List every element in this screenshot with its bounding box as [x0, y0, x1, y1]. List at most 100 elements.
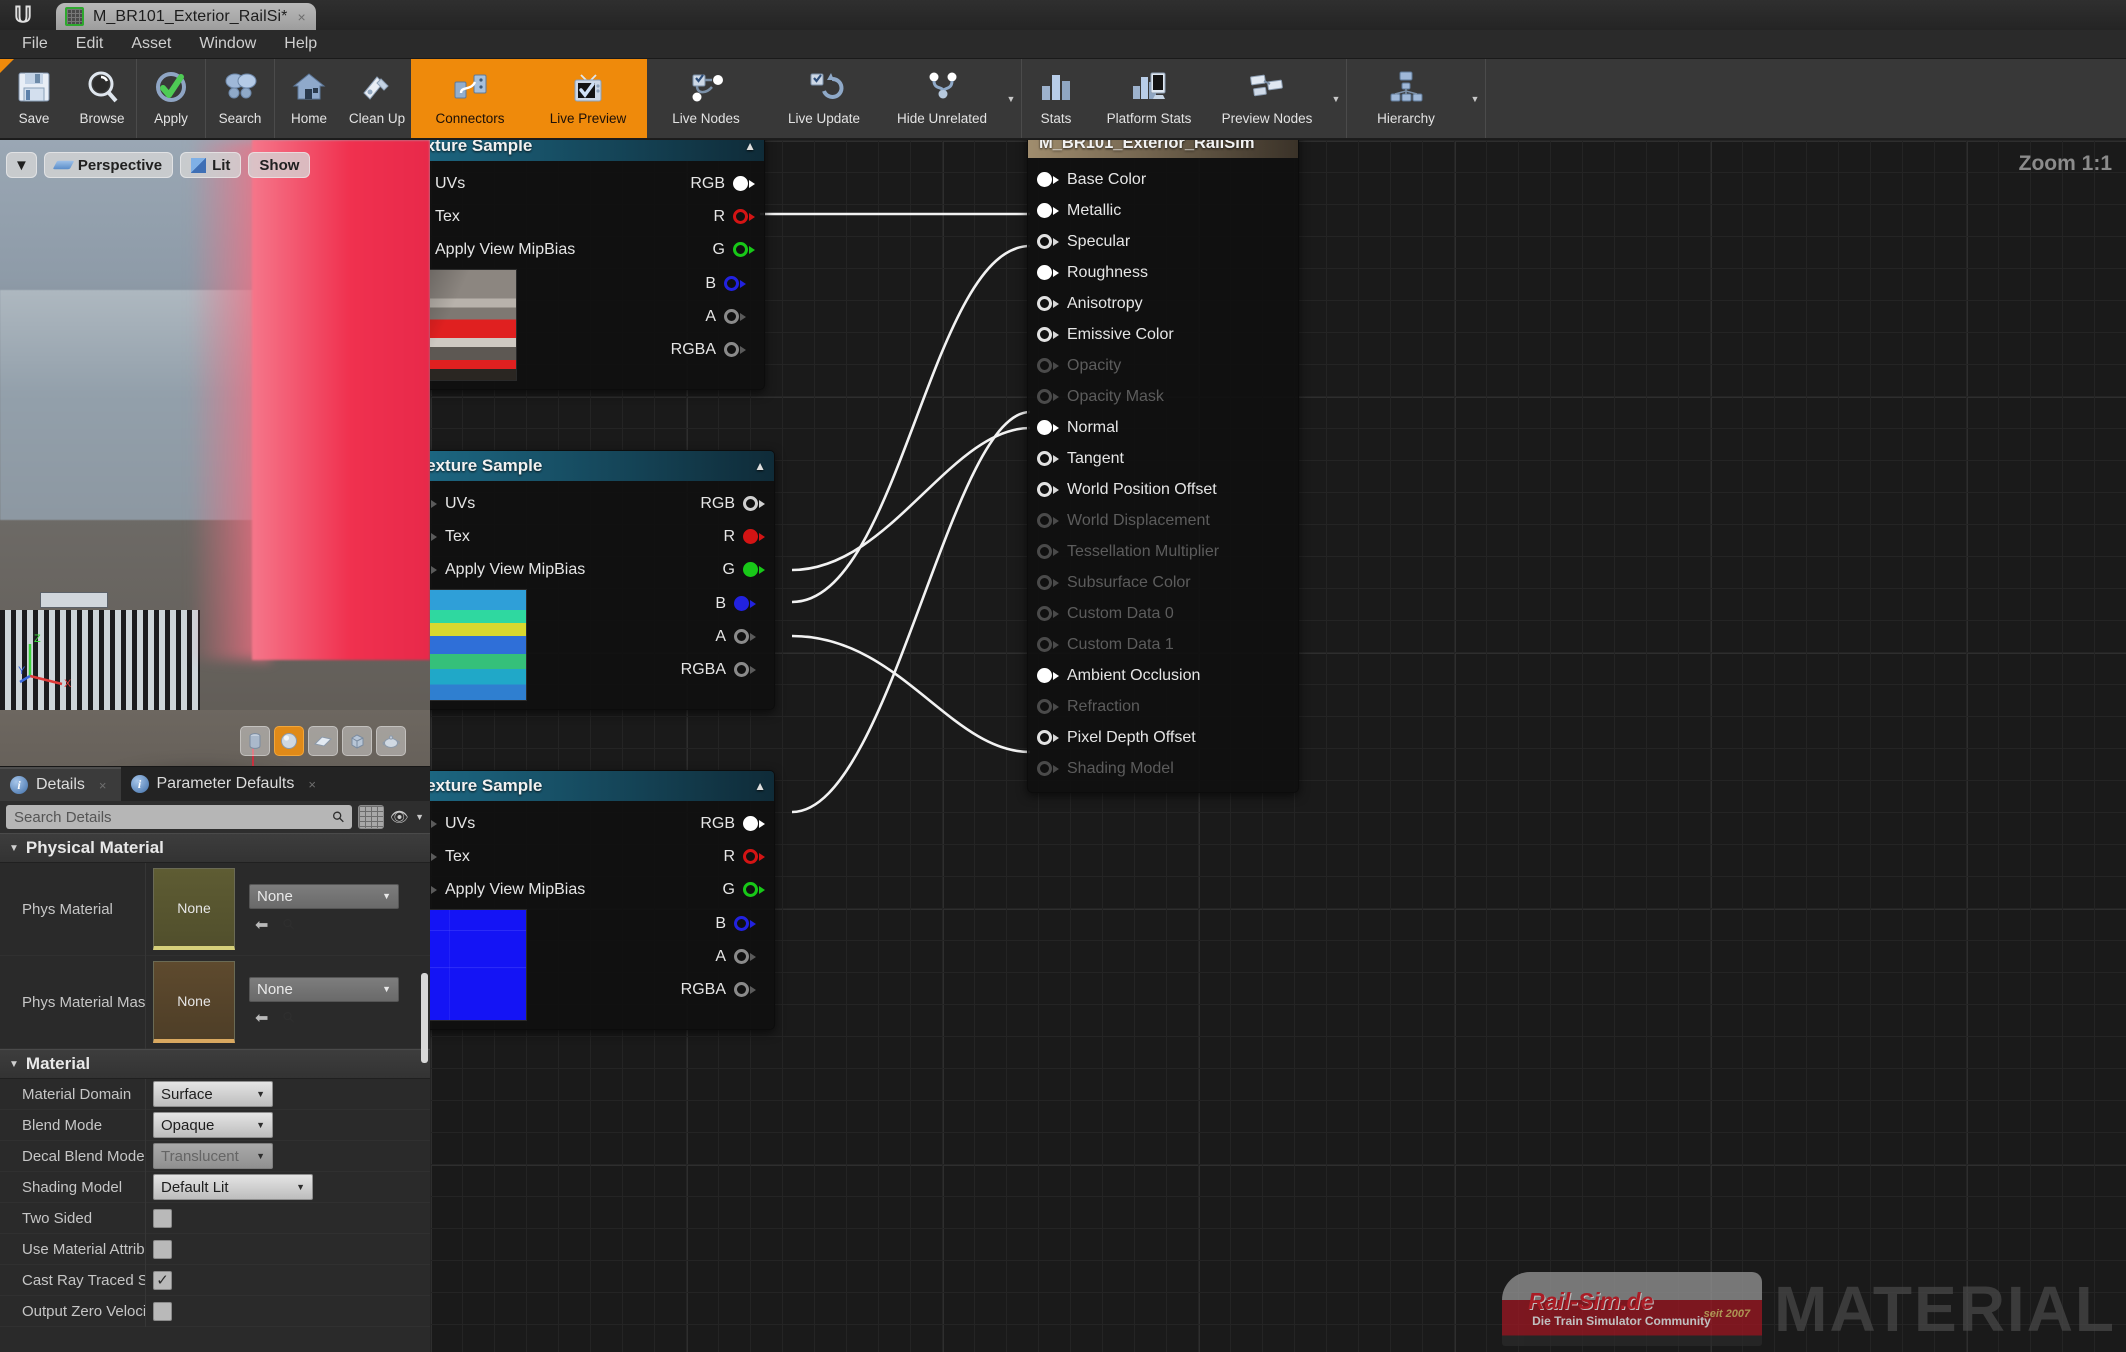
- texture-sample-node-2[interactable]: Texture Sample ▲ UVs RGB Tex R: [430, 450, 775, 710]
- material-pin-icon[interactable]: [1037, 761, 1052, 776]
- hierarchy-chevron-down-icon[interactable]: ▼: [1465, 59, 1485, 138]
- view-options-chevron-down-icon[interactable]: ▼: [415, 812, 424, 822]
- output-pin-rgba-icon[interactable]: [734, 982, 749, 997]
- output-pin-a-icon[interactable]: [734, 629, 749, 644]
- viewport-show-menu-button[interactable]: Show: [248, 152, 311, 178]
- collapse-caret-icon[interactable]: ▲: [754, 779, 766, 793]
- clean-up-button[interactable]: Clean Up: [343, 59, 411, 138]
- hide-unrelated-button[interactable]: Hide Unrelated: [883, 59, 1001, 138]
- stats-button[interactable]: Stats: [1022, 59, 1090, 138]
- use-material-attributes-checkbox[interactable]: [153, 1239, 172, 1259]
- material-pin-icon[interactable]: [1037, 296, 1052, 311]
- material-pin-icon[interactable]: [1037, 606, 1052, 621]
- close-icon[interactable]: ×: [99, 778, 107, 793]
- material-pin-icon[interactable]: [1037, 234, 1052, 249]
- material-pin-metallic[interactable]: Metallic: [1028, 195, 1298, 226]
- output-pin-rgb-icon[interactable]: [743, 816, 758, 831]
- material-pin-icon[interactable]: [1037, 637, 1052, 652]
- pin-uvs[interactable]: UVs RGB: [430, 807, 774, 840]
- menu-item-window[interactable]: Window: [185, 32, 270, 56]
- use-selected-asset-arrow-icon[interactable]: ⬅: [255, 1008, 268, 1028]
- pin-tex[interactable]: Tex R: [430, 840, 774, 873]
- material-pin-refraction[interactable]: Refraction: [1028, 691, 1298, 722]
- cast-ray-traced-shadows-checkbox[interactable]: ✓: [153, 1270, 172, 1290]
- viewport-lighting-mode-button[interactable]: Lit: [180, 152, 242, 178]
- search-button[interactable]: Search: [206, 59, 274, 138]
- pin-tex[interactable]: Tex R: [430, 200, 764, 233]
- material-domain-combo[interactable]: Surface ▼: [153, 1081, 273, 1107]
- tab-details[interactable]: i Details ×: [0, 767, 121, 801]
- platform-stats-button[interactable]: Platform Stats: [1090, 59, 1208, 138]
- collapse-caret-icon[interactable]: ▲: [744, 140, 756, 153]
- shading-model-combo[interactable]: Default Lit ▼: [153, 1174, 313, 1200]
- material-pin-icon[interactable]: [1037, 203, 1052, 218]
- material-pin-subsurface-color[interactable]: Subsurface Color: [1028, 567, 1298, 598]
- connectors-button[interactable]: Connectors: [411, 59, 529, 138]
- plane-preview-button[interactable]: [308, 726, 338, 756]
- pin-uvs[interactable]: UVs RGB: [430, 487, 774, 520]
- phys-material-mask-thumbnail[interactable]: None: [153, 961, 235, 1043]
- output-pin-rgba-icon[interactable]: [734, 662, 749, 677]
- viewport-options-chevron-down-icon[interactable]: ▼: [6, 152, 37, 178]
- material-pin-roughness[interactable]: Roughness: [1028, 257, 1298, 288]
- output-pin-g-icon[interactable]: [743, 562, 758, 577]
- viewport-view-mode-button[interactable]: Perspective: [43, 152, 174, 178]
- pin-b[interactable]: B: [585, 267, 755, 300]
- material-pin-anisotropy[interactable]: Anisotropy: [1028, 288, 1298, 319]
- pin-a[interactable]: A: [585, 300, 755, 333]
- output-pin-g-icon[interactable]: [733, 242, 748, 257]
- material-pin-icon[interactable]: [1037, 172, 1052, 187]
- output-pin-b-icon[interactable]: [734, 916, 749, 931]
- output-pin-rgb-icon[interactable]: [733, 176, 748, 191]
- material-pin-icon[interactable]: [1037, 389, 1052, 404]
- tab-parameter-defaults[interactable]: i Parameter Defaults ×: [121, 767, 330, 801]
- material-pin-icon[interactable]: [1037, 730, 1052, 745]
- column-view-icon[interactable]: [358, 805, 385, 829]
- hierarchy-button[interactable]: Hierarchy: [1347, 59, 1465, 138]
- texture-sample-node-3[interactable]: Texture Sample ▲ UVs RGB Tex R: [430, 770, 775, 1030]
- output-pin-r-icon[interactable]: [743, 849, 758, 864]
- output-pin-r-icon[interactable]: [743, 529, 758, 544]
- pin-a[interactable]: A: [595, 620, 765, 653]
- live-nodes-button[interactable]: Live Nodes: [647, 59, 765, 138]
- material-pin-icon[interactable]: [1037, 451, 1052, 466]
- save-button[interactable]: Save: [0, 59, 68, 138]
- material-pin-specular[interactable]: Specular: [1028, 226, 1298, 257]
- asset-tab[interactable]: M_BR101_Exterior_RailSi* ×: [56, 3, 316, 30]
- phys-material-thumbnail[interactable]: None: [153, 868, 235, 950]
- blend-mode-combo[interactable]: Opaque ▼: [153, 1112, 273, 1138]
- graph-options-chevron-down-icon[interactable]: ▼: [1001, 59, 1021, 138]
- use-selected-asset-arrow-icon[interactable]: ⬅: [255, 915, 268, 935]
- material-pin-icon[interactable]: [1037, 668, 1052, 683]
- material-pin-custom-data-0[interactable]: Custom Data 0: [1028, 598, 1298, 629]
- material-pin-custom-data-1[interactable]: Custom Data 1: [1028, 629, 1298, 660]
- texture-sample-node-1-thumbnail[interactable]: [430, 269, 517, 381]
- material-pin-normal[interactable]: Normal: [1028, 412, 1298, 443]
- material-pin-tessellation-multiplier[interactable]: Tessellation Multiplier: [1028, 536, 1298, 567]
- phys-material-mask-combo[interactable]: None ▼: [249, 976, 399, 1002]
- preview-nodes-chevron-down-icon[interactable]: ▼: [1326, 59, 1346, 138]
- material-pin-base-color[interactable]: Base Color: [1028, 164, 1298, 195]
- material-pin-world-displacement[interactable]: World Displacement: [1028, 505, 1298, 536]
- material-pin-opacity[interactable]: Opacity: [1028, 350, 1298, 381]
- material-pin-emissive-color[interactable]: Emissive Color: [1028, 319, 1298, 350]
- material-pin-shading-model[interactable]: Shading Model: [1028, 753, 1298, 784]
- search-input[interactable]: [14, 808, 334, 826]
- material-pin-world-position-offset[interactable]: World Position Offset: [1028, 474, 1298, 505]
- output-pin-rgb-icon[interactable]: [743, 496, 758, 511]
- material-pin-icon[interactable]: [1037, 544, 1052, 559]
- menu-item-help[interactable]: Help: [270, 32, 331, 56]
- pin-rgba[interactable]: RGBA: [595, 653, 765, 686]
- apply-button[interactable]: Apply: [137, 59, 205, 138]
- two-sided-checkbox[interactable]: [153, 1208, 172, 1228]
- pin-a[interactable]: A: [595, 940, 765, 973]
- output-zero-velocity-checkbox[interactable]: [153, 1301, 172, 1321]
- close-icon[interactable]: ×: [308, 777, 316, 792]
- pin-apply-view-mipbias[interactable]: Apply View MipBias G: [430, 553, 774, 586]
- pin-rgba[interactable]: RGBA: [585, 333, 755, 366]
- texture-sample-node-3-header[interactable]: Texture Sample ▲: [430, 771, 774, 801]
- pin-apply-view-mipbias[interactable]: Apply View MipBias G: [430, 233, 764, 266]
- pin-b[interactable]: B: [595, 907, 765, 940]
- output-pin-g-icon[interactable]: [743, 882, 758, 897]
- texture-sample-node-1-header[interactable]: Texture Sample ▲: [430, 140, 764, 161]
